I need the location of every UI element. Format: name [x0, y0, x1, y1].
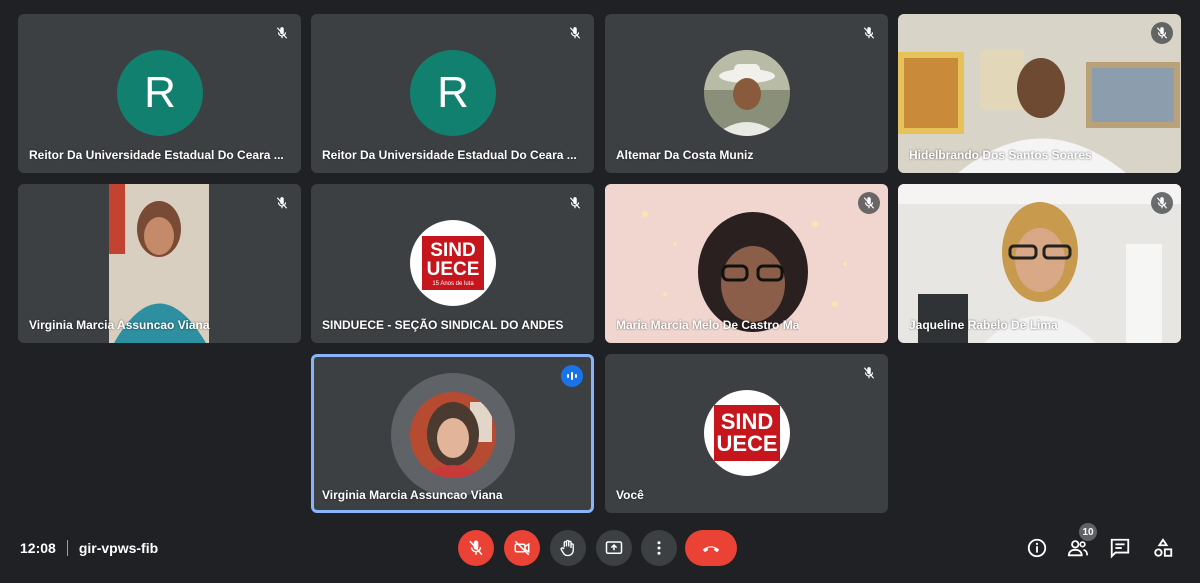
speaking-indicator-icon	[561, 365, 583, 387]
more-options-icon	[657, 541, 661, 555]
present-now-button[interactable]	[596, 530, 632, 566]
participant-tile[interactable]: Maria Marcia Melo De Castro Ma	[605, 184, 888, 343]
participant-count-badge: 10	[1079, 523, 1097, 541]
participant-tile[interactable]: Virginia Marcia Assuncao Viana	[18, 184, 301, 343]
info-icon	[1027, 538, 1047, 558]
participant-tile-self[interactable]: SIND UECE Você	[605, 354, 888, 513]
participant-name: Você	[616, 488, 644, 502]
meeting-details-button[interactable]	[1025, 536, 1049, 560]
divider	[66, 540, 68, 556]
participant-tile-speaking[interactable]: Virginia Marcia Assuncao Viana	[311, 354, 594, 513]
participant-name: Reitor Da Universidade Estadual Do Ceara…	[29, 148, 284, 162]
sinduece-logo: SIND UECE 15 Anos de luta	[410, 220, 496, 306]
raise-hand-button[interactable]	[550, 530, 586, 566]
avatar	[410, 392, 496, 478]
participant-tile[interactable]: R Reitor Da Universidade Estadual Do Cea…	[18, 14, 301, 173]
participant-name: Hidelbrando Dos Santos Soares	[909, 148, 1092, 162]
avatar: R	[410, 50, 496, 136]
participant-name: Maria Marcia Melo De Castro Ma	[616, 318, 800, 332]
chat-button[interactable]	[1108, 536, 1132, 560]
end-call-icon	[702, 546, 720, 553]
mic-off-icon	[1151, 22, 1173, 44]
mic-off-icon	[271, 22, 293, 44]
participant-tile[interactable]: SIND UECE 15 Anos de luta SINDUECE - SEÇ…	[311, 184, 594, 343]
participant-name: Virginia Marcia Assuncao Viana	[29, 318, 210, 332]
mic-off-icon	[469, 540, 483, 556]
participant-name: Reitor Da Universidade Estadual Do Ceara…	[322, 148, 577, 162]
mic-off-icon	[564, 22, 586, 44]
logo-line1: SIND	[720, 409, 774, 434]
meeting-time: 12:08	[20, 540, 56, 556]
mic-off-icon	[271, 192, 293, 214]
microphone-toggle-button[interactable]	[458, 530, 494, 566]
participant-tile[interactable]: Hidelbrando Dos Santos Soares	[898, 14, 1181, 173]
mic-off-icon	[858, 362, 880, 384]
participant-name: Jaqueline Rabelo De Lima	[909, 318, 1058, 332]
logo-tagline: 15 Anos de luta	[432, 281, 474, 287]
mic-off-icon	[858, 192, 880, 214]
participant-tile[interactable]: R Reitor Da Universidade Estadual Do Cea…	[311, 14, 594, 173]
avatar: R	[117, 50, 203, 136]
raise-hand-icon	[560, 539, 574, 557]
participant-name: Altemar Da Costa Muniz	[616, 148, 754, 162]
chat-icon	[1110, 538, 1130, 559]
avatar	[704, 50, 790, 136]
camera-toggle-button[interactable]	[504, 530, 540, 566]
participant-tile[interactable]: Altemar Da Costa Muniz	[605, 14, 888, 173]
leave-call-button[interactable]	[685, 530, 737, 566]
more-options-button[interactable]	[641, 530, 677, 566]
activities-icon	[1154, 538, 1173, 557]
present-icon	[605, 541, 623, 554]
camera-off-icon	[514, 540, 530, 556]
participant-tile[interactable]: Jaqueline Rabelo De Lima	[898, 184, 1181, 343]
participant-name: SINDUECE - SEÇÃO SINDICAL DO ANDES	[322, 318, 564, 332]
participant-name: Virginia Marcia Assuncao Viana	[322, 488, 503, 502]
sinduece-logo: SIND UECE	[704, 390, 790, 476]
mic-off-icon	[858, 22, 880, 44]
logo-line2: UECE	[716, 431, 778, 456]
meeting-info: 12:08 gir-vpws-fib	[20, 540, 158, 556]
meeting-code: gir-vpws-fib	[78, 540, 159, 556]
mic-off-icon	[564, 192, 586, 214]
activities-button[interactable]	[1151, 536, 1175, 560]
mic-off-icon	[1151, 192, 1173, 214]
logo-line2: UECE	[426, 259, 480, 280]
logo-line1: SIND	[430, 240, 476, 261]
